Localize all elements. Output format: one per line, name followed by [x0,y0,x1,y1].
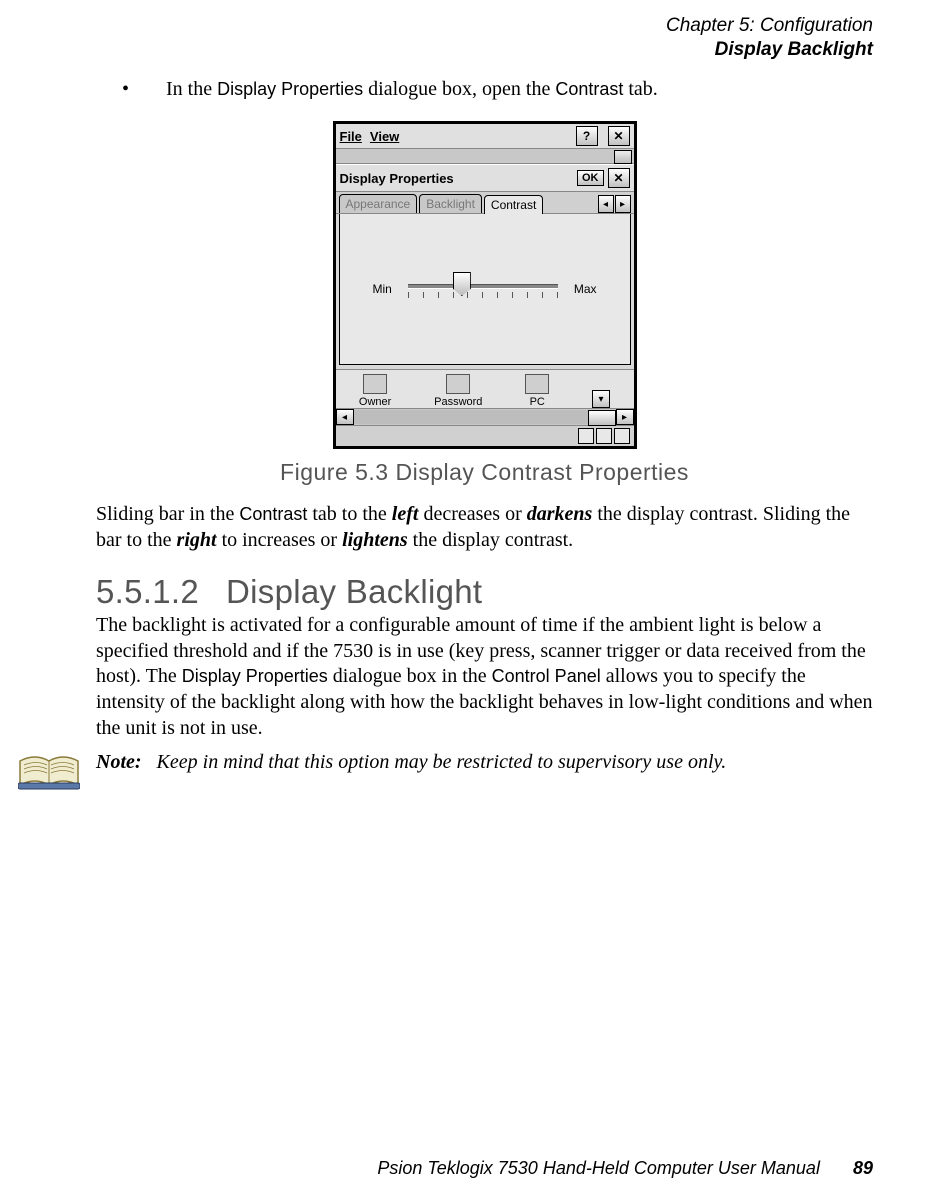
note-label: Note: [96,751,142,773]
contrast-pane: Min Max [339,214,631,365]
footer-book-title: Psion Teklogix 7530 Hand-Held Computer U… [377,1158,820,1178]
bullet-marker: • [122,78,166,101]
page-footer: Psion Teklogix 7530 Hand-Held Computer U… [377,1158,873,1179]
horizontal-scrollbar[interactable]: ◂ ▸ [336,408,634,425]
tab-appearance[interactable]: Appearance [339,194,418,213]
statusbar [336,425,634,446]
scrollbar-thumb[interactable] [588,410,616,426]
scrollbar-track[interactable] [354,410,616,424]
paragraph-backlight: The backlight is activated for a configu… [96,613,873,741]
toolbar-strip [336,149,634,164]
tab-scroll-left[interactable]: ◂ [598,195,614,213]
menubar: File View ? ✕ [336,124,634,149]
dialog-titlebar: Display Properties OK ✕ [336,164,634,192]
paragraph-sliding: Sliding bar in the Contrast tab to the l… [96,502,873,553]
ui-term-contrast: Contrast [239,504,307,524]
note-block: Note: Keep in mind that this option may … [18,751,873,793]
header-line1: Chapter 5: Configuration [666,14,873,38]
section-title: Display Backlight [226,573,482,610]
menu-file[interactable]: File [340,129,362,144]
section-heading: 5.5.1.2Display Backlight [96,573,873,611]
scroll-left-button[interactable]: ◂ [336,409,354,425]
person-icon [363,374,387,394]
max-label: Max [574,282,597,296]
scroll-right-button[interactable]: ▸ [616,409,634,425]
status-icon [614,428,630,444]
scroll-down-button[interactable]: ▾ [592,390,610,408]
icon-password[interactable]: Password [434,374,482,408]
page-number: 89 [853,1158,873,1178]
status-icon [596,428,612,444]
bullet-item: • In the Display Properties dialogue box… [122,78,873,101]
status-icon [578,428,594,444]
dialog-title: Display Properties [340,171,454,186]
ui-term-control-panel: Control Panel [492,666,601,686]
min-label: Min [372,282,391,296]
ui-term-display-properties: Display Properties [217,79,363,99]
icon-owner[interactable]: Owner [359,374,391,408]
tab-backlight[interactable]: Backlight [419,194,482,213]
help-button[interactable]: ? [576,126,598,146]
icon-pc[interactable]: PC [525,374,549,408]
tabbar: Appearance Backlight Contrast ◂ ▸ [336,192,634,214]
book-icon [18,751,80,793]
contrast-slider[interactable] [408,274,558,304]
close-button[interactable]: ✕ [608,126,630,146]
dialog-close-button[interactable]: ✕ [608,168,630,188]
pc-icon [525,374,549,394]
tab-scroll-right[interactable]: ▸ [615,195,631,213]
ok-button[interactable]: OK [577,170,604,186]
bullet-text: In the Display Properties dialogue box, … [166,78,873,101]
header-line2: Display Backlight [666,38,873,62]
control-panel-icons: Owner Password PC ▾ [336,369,634,408]
section-number: 5.5.1.2 [96,573,226,611]
menu-view[interactable]: View [370,129,399,144]
screenshot-window: File View ? ✕ Display Properties OK ✕ Ap… [333,121,637,449]
ui-term-contrast: Contrast [555,79,623,99]
page-header: Chapter 5: Configuration Display Backlig… [666,14,873,62]
figure-caption: Figure 5.3 Display Contrast Properties [96,459,873,486]
ui-term-display-properties: Display Properties [182,666,328,686]
lock-icon [446,374,470,394]
note-text: Keep in mind that this option may be res… [157,751,727,773]
tab-contrast[interactable]: Contrast [484,195,543,214]
